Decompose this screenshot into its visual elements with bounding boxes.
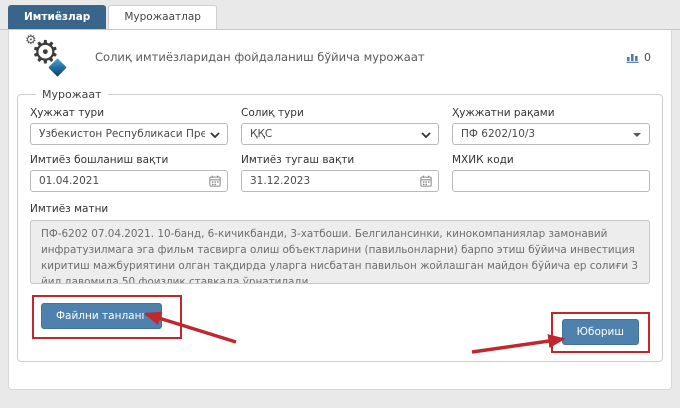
gears-icon: ⚙ ⚙ [23, 34, 73, 80]
mxik-label: МХИК коди [452, 154, 650, 166]
annotation-box-submit: Юбориш [551, 312, 650, 353]
doc-type-value: Ўзбекистон Республикаси Президенти фа [39, 128, 205, 140]
fieldset-legend: Мурожаат [36, 88, 108, 101]
panel-header: ⚙ ⚙ Солиқ имтиёзларидан фойдаланиш бўйич… [9, 30, 671, 84]
tab-murojaatlar[interactable]: Мурожаатлар [108, 5, 217, 30]
field-doc-number: Ҳужжатни рақами ПФ 6202/10/3 [452, 107, 650, 145]
field-start-date: Имтиёз бошланиш вақти [30, 154, 228, 192]
form-row-2: Имтиёз бошланиш вақти [30, 154, 650, 192]
benefit-text-label: Имтиёз матни [30, 203, 650, 215]
mxik-input[interactable] [452, 170, 650, 192]
tax-type-value: ҚҚС [250, 128, 272, 140]
tax-type-label: Солиқ тури [241, 107, 439, 119]
doc-number-value: ПФ 6202/10/3 [461, 128, 535, 140]
page-title: Солиқ имтиёзларидан фойдаланиш бўйича му… [95, 50, 425, 64]
end-date-label: Имтиёз тугаш вақти [241, 154, 439, 166]
chevron-down-icon [210, 132, 220, 138]
murojaat-fieldset: Мурожаат Ҳужжат тури Ўзбекистон Республи… [17, 88, 663, 362]
field-doc-type: Ҳужжат тури Ўзбекистон Республикаси През… [30, 107, 228, 145]
field-mxik: МХИК коди [452, 154, 650, 192]
chevron-down-icon [421, 132, 431, 138]
choose-file-button[interactable]: Файлни танланг [41, 303, 162, 329]
annotation-box-file: Файлни танланг [32, 295, 182, 339]
start-date-input[interactable] [30, 170, 228, 192]
doc-type-label: Ҳужжат тури [30, 107, 228, 119]
doc-number-label: Ҳужжатни рақами [452, 107, 650, 119]
end-date-input[interactable] [241, 170, 439, 192]
tab-imtiyozlar[interactable]: Имтиёзлар [8, 5, 106, 30]
doc-number-select[interactable]: ПФ 6202/10/3 [452, 123, 650, 145]
form-row-1: Ҳужжат тури Ўзбекистон Республикаси През… [30, 107, 650, 145]
field-tax-type: Солиқ тури ҚҚС [241, 107, 439, 145]
start-date-label: Имтиёз бошланиш вақти [30, 154, 228, 166]
bar-chart-icon [626, 51, 640, 63]
main-panel: ⚙ ⚙ Солиқ имтиёзларидан фойдаланиш бўйич… [8, 30, 672, 390]
calendar-icon[interactable] [209, 175, 221, 187]
field-end-date: Имтиёз тугаш вақти [241, 154, 439, 192]
submit-button[interactable]: Юбориш [562, 319, 639, 345]
caret-down-icon [633, 133, 641, 137]
tax-type-select[interactable]: ҚҚС [241, 123, 439, 145]
doc-type-select[interactable]: Ўзбекистон Республикаси Президенти фа [30, 123, 228, 145]
tab-bar: Имтиёзлар Мурожаатлар [0, 0, 680, 30]
benefit-text-area[interactable]: ПФ-6202 07.04.2021. 10-банд, 6-кичикбанд… [30, 220, 650, 284]
calendar-icon[interactable] [420, 175, 432, 187]
counter-value: 0 [644, 51, 651, 64]
stats-counter[interactable]: 0 [626, 51, 651, 64]
